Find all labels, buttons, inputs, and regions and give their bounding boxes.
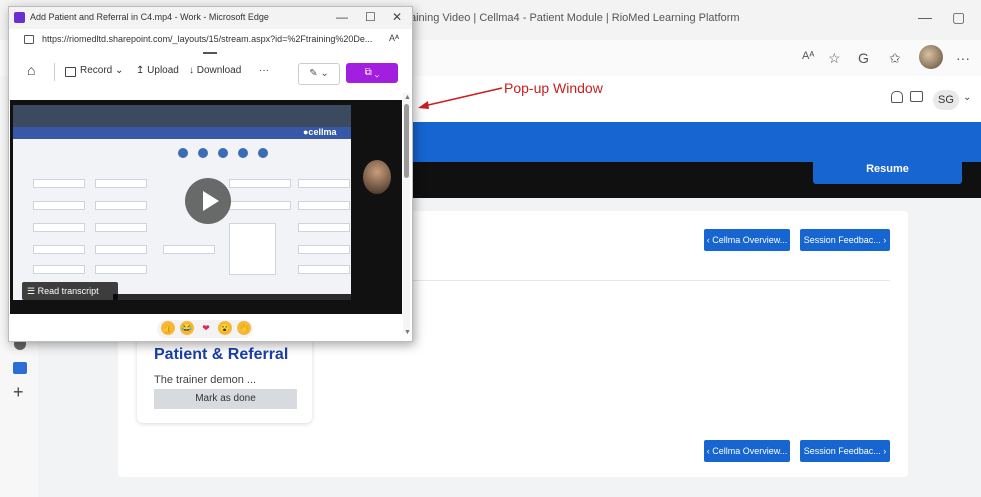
video-step-icon — [198, 148, 208, 158]
video-step-icon — [178, 148, 188, 158]
video-step-icon — [258, 148, 268, 158]
video-form-field — [229, 201, 291, 210]
video-step-icon — [218, 148, 228, 158]
video-player[interactable]: ●cellma ☰ Read transcript — [10, 100, 402, 314]
video-form-field — [298, 245, 350, 254]
previous-lesson-button[interactable]: ‹ Cellma Overview... — [704, 229, 790, 251]
previous-lesson-button-bottom[interactable]: ‹ Cellma Overview... — [704, 440, 790, 462]
video-form-field — [298, 223, 350, 232]
video-frame: ●cellma ☰ Read transcript — [13, 105, 351, 300]
add-icon[interactable]: + — [13, 382, 24, 403]
share-button[interactable]: ⧉ ⌄ — [346, 63, 398, 83]
video-form-field — [33, 245, 85, 254]
laugh-reaction-icon[interactable]: 😂 — [180, 321, 194, 335]
toolbar-separator — [54, 63, 55, 81]
drag-handle[interactable] — [203, 52, 217, 54]
scroll-down-icon[interactable]: ▼ — [404, 329, 411, 336]
popup-title: Add Patient and Referral in C4.mp4 - Wor… — [30, 12, 269, 22]
resume-button[interactable]: Resume — [813, 152, 962, 184]
background-tab-title[interactable]: aining Video | Cellma4 - Patient Module … — [410, 12, 740, 24]
upload-button[interactable]: ↥ Upload — [136, 65, 179, 76]
video-taskbar — [113, 294, 351, 300]
video-form-field — [33, 265, 85, 274]
record-button[interactable]: Record ⌄ — [80, 65, 123, 76]
outlook-icon[interactable] — [13, 362, 27, 374]
annotation-arrow-icon — [418, 87, 503, 109]
favorite-icon[interactable]: ☆ — [828, 50, 841, 67]
heart-reaction-icon[interactable]: ❤ — [199, 321, 213, 335]
video-form-field — [95, 223, 147, 232]
video-form-field — [298, 201, 350, 210]
thumbs-up-reaction-icon[interactable]: 👍 — [161, 321, 175, 335]
notification-bell-icon[interactable] — [891, 91, 903, 103]
next-lesson-button-bottom[interactable]: Session Feedbac... › — [800, 440, 890, 462]
video-dropdown-list — [229, 223, 276, 275]
video-step-icon — [238, 148, 248, 158]
home-icon[interactable]: ⌂ — [27, 62, 35, 78]
video-form-field — [33, 223, 85, 232]
video-form-field — [95, 179, 147, 188]
video-form-field — [163, 245, 215, 254]
more-options-button[interactable]: ··· — [259, 65, 269, 76]
download-button[interactable]: ↓ Download — [189, 65, 241, 76]
play-icon[interactable] — [185, 178, 231, 224]
more-icon[interactable]: ··· — [956, 50, 970, 66]
surprised-reaction-icon[interactable]: 😮 — [218, 321, 232, 335]
video-form-field — [95, 245, 147, 254]
annotate-button[interactable]: ✎ ⌄ — [298, 63, 340, 85]
record-icon — [65, 67, 76, 77]
popup-minimize-button[interactable]: — — [336, 10, 348, 24]
reaction-bar: 👍 😂 ❤ 😮 👏 — [157, 320, 253, 338]
annotation-label: Pop-up Window — [504, 80, 603, 96]
stream-favicon-icon — [14, 12, 25, 23]
mark-as-done-button[interactable]: Mark as done — [154, 389, 297, 409]
video-cellma-logo: ●cellma — [303, 127, 337, 137]
video-form-field — [33, 179, 85, 188]
video-form-field — [95, 201, 147, 210]
video-form-field — [229, 179, 291, 188]
restore-button[interactable]: ▢ — [952, 9, 965, 26]
favorites-bar-icon[interactable]: ✩ — [889, 50, 901, 67]
read-transcript-button[interactable]: ☰ Read transcript — [22, 282, 118, 300]
video-form-field — [298, 179, 350, 188]
user-menu-chevron-icon[interactable]: ⌄ — [963, 92, 971, 103]
popup-maximize-button[interactable]: ☐ — [365, 10, 376, 24]
scroll-up-icon[interactable]: ▲ — [404, 94, 411, 101]
video-app-header — [13, 127, 351, 139]
user-menu-button[interactable]: SG — [933, 90, 959, 110]
video-browser-bar — [13, 105, 351, 127]
divider — [380, 280, 890, 281]
next-lesson-button[interactable]: Session Feedbac... › — [800, 229, 890, 251]
presenter-thumbnail — [363, 160, 391, 194]
clap-reaction-icon[interactable]: 👏 — [237, 321, 251, 335]
read-aloud-icon[interactable]: Aᴬ — [802, 50, 814, 62]
popup-close-button[interactable]: ✕ — [392, 10, 402, 24]
minimize-button[interactable]: — — [918, 9, 932, 25]
chat-icon[interactable] — [910, 91, 923, 102]
video-form-field — [298, 265, 350, 274]
lesson-description: The trainer demon ... — [154, 374, 257, 386]
popup-scrollbar-thumb[interactable] — [404, 104, 409, 178]
popup-read-aloud-icon[interactable]: Aᴬ — [389, 33, 399, 43]
popup-url[interactable]: https://riomedltd.sharepoint.com/_layout… — [42, 34, 372, 44]
video-form-field — [33, 201, 85, 210]
refresh-icon[interactable]: G — [858, 50, 869, 66]
lock-icon[interactable] — [24, 35, 34, 44]
popup-window[interactable]: Add Patient and Referral in C4.mp4 - Wor… — [8, 6, 413, 342]
profile-avatar[interactable] — [919, 45, 943, 69]
video-form-field — [95, 265, 147, 274]
